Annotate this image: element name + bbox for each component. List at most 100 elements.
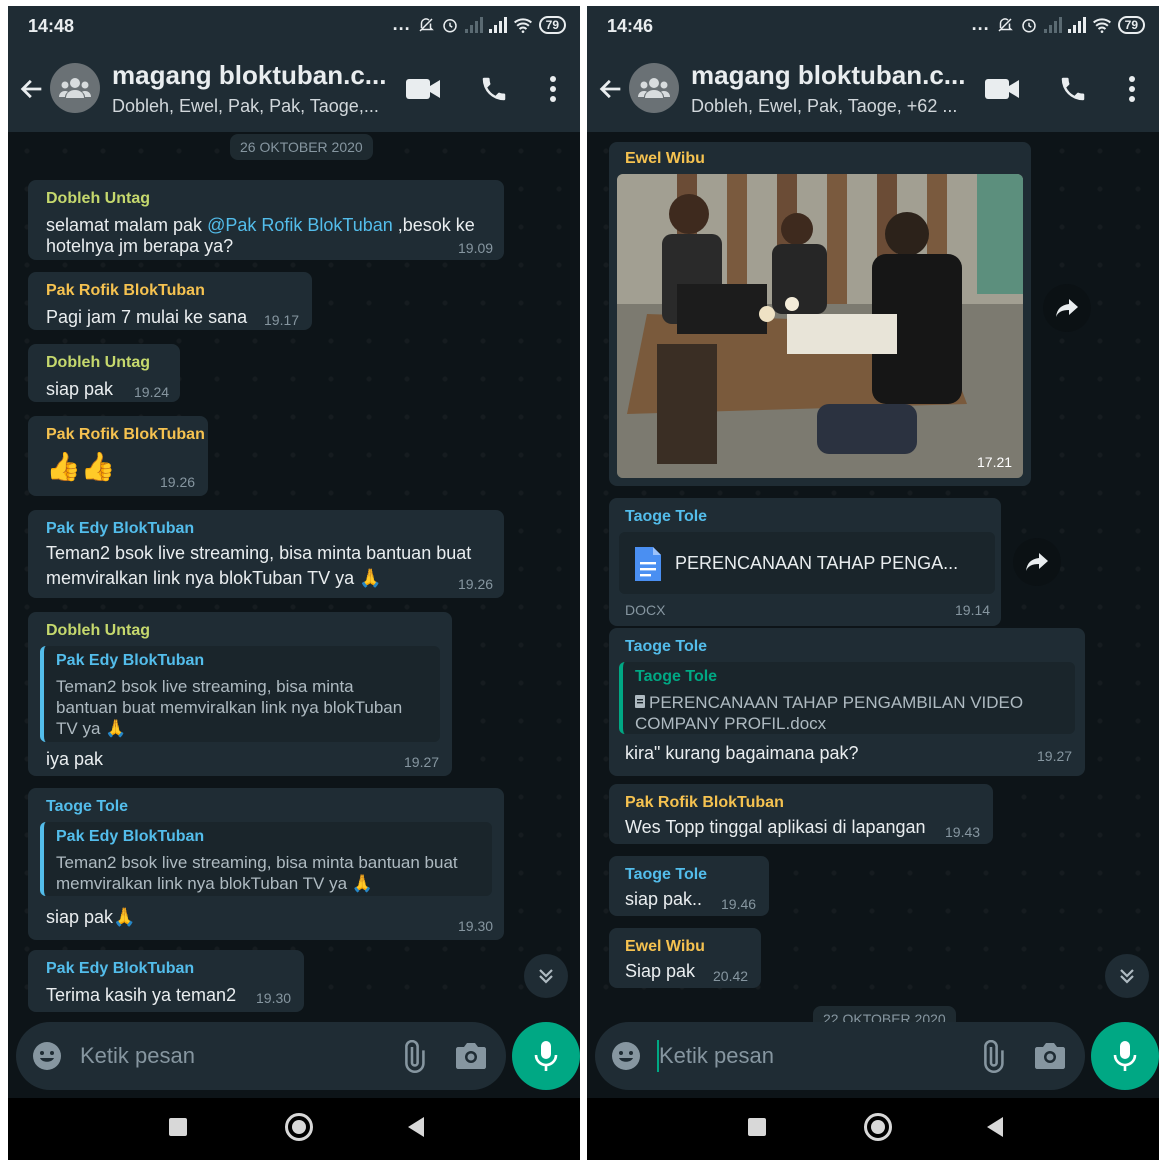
nav-back-button[interactable] — [408, 1117, 424, 1137]
message-text: Pagi jam 7 mulai ke sana — [46, 307, 248, 327]
message-bubble[interactable]: Taoge Tole siap pak.. 19.46 — [609, 856, 769, 916]
chat-title[interactable]: magang bloktuban.c... — [691, 60, 965, 91]
video-call-icon[interactable] — [406, 78, 440, 100]
group-avatar-icon — [59, 78, 91, 98]
attach-icon[interactable] — [396, 1040, 430, 1074]
message-sender[interactable]: Pak Edy BlokTuban — [46, 960, 194, 978]
chat-title[interactable]: magang bloktuban.c... — [112, 60, 386, 91]
message-sender[interactable]: Dobleh Untag — [46, 622, 150, 640]
message-time: 19.09 — [458, 240, 494, 256]
nav-back-button[interactable] — [987, 1117, 1003, 1137]
message-bubble[interactable]: Taoge Tole Taoge Tole PERENCANAAN TAHAP … — [609, 628, 1085, 776]
message-sender[interactable]: Ewel Wibu — [625, 938, 705, 956]
message-sender[interactable]: Dobleh Untag — [46, 190, 150, 208]
quoted-message[interactable]: Pak Edy BlokTuban Teman2 bsok live strea… — [40, 822, 492, 896]
message-sender[interactable]: Pak Rofik BlokTuban — [625, 794, 784, 812]
chat-participants[interactable]: Dobleh, Ewel, Pak, Taoge, +62 ... — [691, 96, 957, 117]
emoji-icon[interactable] — [611, 1041, 641, 1071]
document-name: PERENCANAAN TAHAP PENGA... — [675, 553, 959, 573]
voice-record-button[interactable] — [512, 1022, 580, 1090]
message-text: Teman2 bsok live streaming, bisa minta b… — [46, 543, 472, 563]
system-nav-bar — [587, 1098, 1159, 1160]
back-arrow-icon[interactable] — [597, 75, 625, 103]
message-text: selamat malam pak @Pak Rofik BlokTuban ,… — [46, 215, 475, 235]
message-input[interactable] — [80, 1038, 380, 1074]
message-time: 19.26 — [458, 576, 494, 592]
message-bubble[interactable]: Taoge Tole PERENCANAAN TAHAP PENGA... DO… — [609, 498, 1001, 626]
back-arrow-icon[interactable] — [18, 75, 46, 103]
mention-link[interactable]: @Pak Rofik BlokTuban — [207, 215, 393, 235]
message-bubble[interactable]: Pak Rofik BlokTuban Pagi jam 7 mulai ke … — [28, 272, 312, 330]
status-time: 14:46 — [607, 16, 654, 36]
message-bubble[interactable]: Taoge Tole Pak Edy BlokTuban Teman2 bsok… — [28, 788, 504, 940]
battery-icon: 79 — [1117, 15, 1145, 34]
message-sender[interactable]: Ewel Wibu — [625, 150, 705, 168]
camera-icon[interactable] — [1033, 1041, 1067, 1071]
home-button[interactable] — [285, 1113, 313, 1141]
phone-icon[interactable] — [479, 74, 509, 104]
document-attachment[interactable]: PERENCANAAN TAHAP PENGA... — [619, 532, 995, 594]
message-sender[interactable]: Taoge Tole — [46, 798, 128, 816]
message-list[interactable]: Ewel Wibu 17.21 Taoge Tole PERENCANAAN T… — [587, 132, 1159, 1022]
mic-icon — [534, 1041, 558, 1071]
quoted-text: Teman2 bsok live streaming, bisa minta — [56, 677, 354, 696]
signal-icon-2 — [1067, 16, 1086, 33]
quoted-sender: Pak Edy BlokTuban — [56, 652, 205, 669]
forward-icon — [1056, 299, 1078, 317]
voice-record-button[interactable] — [1091, 1022, 1159, 1090]
message-time: 19.27 — [1037, 748, 1073, 764]
group-avatar[interactable] — [50, 63, 100, 113]
more-vert-icon[interactable] — [1127, 74, 1137, 104]
signal-icon-1 — [464, 16, 483, 33]
message-bubble[interactable]: Pak Edy BlokTuban Terima kasih ya teman2… — [28, 950, 304, 1012]
message-input[interactable] — [659, 1038, 959, 1074]
camera-icon[interactable] — [454, 1041, 488, 1071]
group-avatar[interactable] — [629, 63, 679, 113]
message-sender[interactable]: Taoge Tole — [625, 638, 707, 656]
message-bubble[interactable]: Dobleh Untag selamat malam pak @Pak Rofi… — [28, 180, 504, 260]
message-sender[interactable]: Pak Rofik BlokTuban — [46, 282, 205, 300]
message-sender[interactable]: Pak Edy BlokTuban — [46, 520, 194, 538]
message-bubble[interactable]: Pak Rofik BlokTuban Wes Topp tinggal apl… — [609, 784, 993, 844]
scroll-down-button[interactable] — [1105, 954, 1149, 998]
photo-attachment[interactable]: 17.21 — [617, 174, 1023, 478]
message-bubble[interactable]: Ewel Wibu Siap pak 20.42 — [609, 928, 761, 988]
message-text: iya pak — [46, 749, 104, 769]
chat-participants[interactable]: Dobleh, Ewel, Pak, Pak, Taoge,... — [112, 96, 379, 117]
more-vert-icon[interactable] — [548, 74, 558, 104]
quoted-message[interactable]: Pak Edy BlokTuban Teman2 bsok live strea… — [40, 646, 440, 742]
message-sender[interactable]: Taoge Tole — [625, 508, 707, 526]
forward-button[interactable] — [1013, 538, 1061, 586]
video-call-icon[interactable] — [985, 78, 1019, 100]
message-time: 19.30 — [458, 918, 494, 934]
status-icons: ... 79 — [972, 14, 1145, 35]
message-sender[interactable]: Pak Rofik BlokTuban — [46, 426, 205, 444]
message-bubble[interactable]: Ewel Wibu 17.21 — [609, 142, 1031, 486]
message-time: 19.17 — [264, 312, 300, 328]
quoted-message[interactable]: Taoge Tole PERENCANAAN TAHAP PENGAMBILAN… — [619, 662, 1075, 734]
message-bubble[interactable]: Dobleh Untag siap pak 19.24 — [28, 344, 180, 402]
message-text: siap pak — [46, 379, 114, 399]
recents-button[interactable] — [169, 1118, 187, 1136]
status-icons: ... 79 — [393, 14, 566, 35]
message-sender[interactable]: Dobleh Untag — [46, 354, 150, 372]
quoted-sender: Taoge Tole — [635, 668, 718, 685]
message-list[interactable]: 26 OKTOBER 2020 Dobleh Untag selamat mal… — [8, 132, 580, 1022]
message-composer — [16, 1022, 506, 1090]
status-bar: 14:46 ... 79 — [587, 6, 1159, 46]
forward-button[interactable] — [1043, 284, 1091, 332]
message-bubble[interactable]: Dobleh Untag Pak Edy BlokTuban Teman2 bs… — [28, 612, 452, 776]
message-sender[interactable]: Taoge Tole — [625, 866, 707, 884]
message-bubble[interactable]: Pak Edy BlokTuban Teman2 bsok live strea… — [28, 510, 504, 598]
recents-button[interactable] — [748, 1118, 766, 1136]
forward-icon — [1026, 553, 1048, 571]
emoji-icon[interactable] — [32, 1041, 62, 1071]
attach-icon[interactable] — [975, 1040, 1009, 1074]
signal-icon-1 — [1043, 16, 1062, 33]
home-button[interactable] — [864, 1113, 892, 1141]
message-time: 19.14 — [955, 602, 991, 618]
message-bubble[interactable]: Pak Rofik BlokTuban 👍👍 19.26 — [28, 416, 208, 496]
scroll-down-button[interactable] — [524, 954, 568, 998]
wifi-icon — [513, 17, 532, 33]
phone-icon[interactable] — [1058, 74, 1088, 104]
